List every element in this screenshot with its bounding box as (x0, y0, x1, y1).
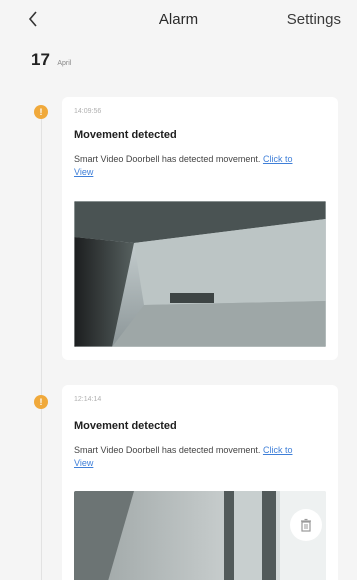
event-time: 14:09:56 (74, 108, 102, 115)
event-card[interactable]: 14:09:56 Movement detected Smart Video D… (62, 97, 338, 360)
event-description-text: Smart Video Doorbell has detected moveme… (74, 445, 261, 455)
trash-icon (301, 518, 311, 532)
event-status-dot: ! (34, 105, 48, 119)
alarm-page: Alarm Settings 17 April ! 14:09:56 Movem… (0, 0, 357, 580)
date-month: April (57, 60, 72, 67)
event-snapshot[interactable] (74, 201, 326, 347)
event-description: Smart Video Doorbell has detected moveme… (74, 444, 304, 470)
snapshot-image (74, 201, 326, 347)
event-title: Movement detected (74, 420, 177, 432)
event-snapshot[interactable] (74, 491, 326, 580)
header: Alarm Settings (0, 0, 357, 44)
snapshot-image (74, 491, 326, 580)
event-description: Smart Video Doorbell has detected moveme… (74, 153, 304, 179)
event-status-dot: ! (34, 395, 48, 409)
event-description-text: Smart Video Doorbell has detected moveme… (74, 154, 261, 164)
event-time: 12:14:14 (74, 396, 102, 403)
date-day: 17 (31, 50, 50, 69)
delete-button[interactable] (290, 509, 322, 541)
event-title: Movement detected (74, 129, 177, 141)
event-card[interactable]: 12:14:14 Movement detected Smart Video D… (62, 385, 338, 580)
date-header: 17 April (31, 50, 71, 70)
timeline-line (41, 118, 42, 580)
settings-button[interactable]: Settings (287, 11, 341, 28)
